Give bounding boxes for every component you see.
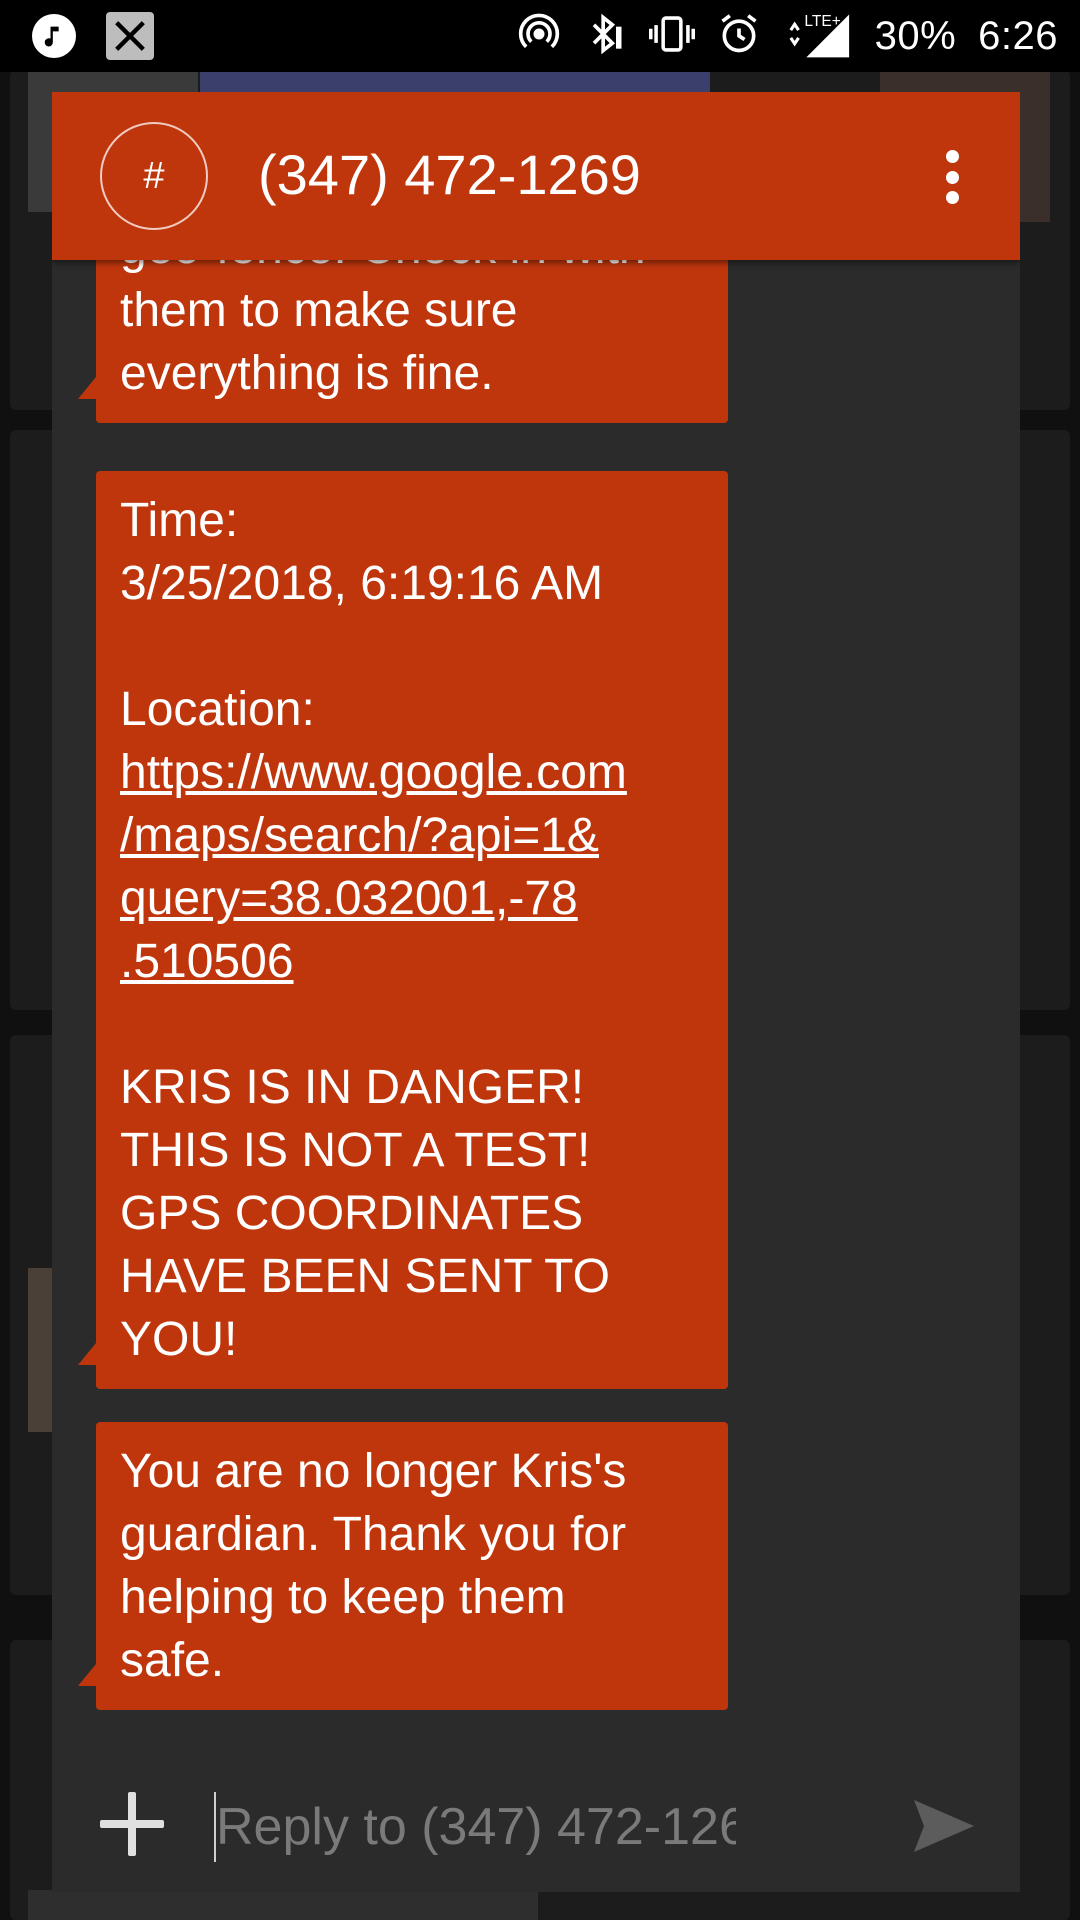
message-line: them to make sure bbox=[120, 284, 518, 337]
bluetooth-icon bbox=[583, 12, 627, 61]
location-link[interactable]: query=38.032001,-78 bbox=[120, 867, 704, 930]
network-label: LTE+ bbox=[804, 13, 840, 30]
message-line: You are no longer Kris's bbox=[120, 1445, 627, 1498]
bubble-tail bbox=[78, 377, 96, 399]
avatar[interactable]: # bbox=[100, 122, 208, 230]
message-line: HAVE BEEN SENT TO bbox=[120, 1250, 610, 1303]
close-icon bbox=[106, 12, 154, 60]
background-thumbnail bbox=[28, 1890, 538, 1920]
alarm-icon bbox=[717, 12, 761, 61]
location-link[interactable]: .510506 bbox=[120, 930, 704, 993]
message-line: Time: bbox=[120, 494, 239, 547]
message-line: helping to keep them bbox=[120, 1571, 566, 1624]
location-link[interactable]: /maps/search/?api=1& bbox=[120, 804, 704, 867]
status-bar: LTE+ 30% 6:26 bbox=[0, 0, 1080, 72]
message-line: YOU! bbox=[120, 1313, 238, 1366]
message-line: everything is fine. bbox=[120, 347, 494, 400]
location-link[interactable]: https://www.google.com bbox=[120, 741, 704, 804]
conversation-header: # (347) 472-1269 bbox=[52, 92, 1020, 260]
plus-icon[interactable] bbox=[100, 1792, 164, 1856]
message-line: THIS IS NOT A TEST! bbox=[120, 1124, 591, 1177]
message-line: safe. bbox=[120, 1634, 225, 1687]
send-icon[interactable] bbox=[910, 1796, 978, 1856]
reply-input[interactable] bbox=[216, 1790, 736, 1864]
music-note-icon bbox=[32, 14, 76, 58]
message-line bbox=[120, 615, 704, 678]
background-thumbnail bbox=[28, 1268, 52, 1432]
message-bubble[interactable]: Time: 3/25/2018, 6:19:16 AM Location: ht… bbox=[78, 471, 728, 1389]
bubble-tail bbox=[78, 1343, 96, 1365]
message-line: KRIS IS IN DANGER! bbox=[120, 1061, 585, 1114]
signal-icon: LTE+ bbox=[783, 10, 853, 63]
message-bubble[interactable]: You are no longer Kris's guardian. Thank… bbox=[78, 1422, 728, 1710]
message-line: GPS COORDINATES bbox=[120, 1187, 584, 1240]
contact-title: (347) 472-1269 bbox=[258, 143, 641, 206]
battery-percent: 30% bbox=[874, 13, 957, 58]
message-thread[interactable]: geo-fence! Check in with them to make su… bbox=[52, 92, 1020, 1782]
message-line bbox=[120, 993, 704, 1056]
vibrate-icon bbox=[648, 12, 695, 61]
quick-reply-popup: # (347) 472-1269 geo-fence! Check in wit… bbox=[52, 92, 1020, 1892]
clock: 6:26 bbox=[978, 13, 1058, 58]
message-line: Location: bbox=[120, 683, 315, 736]
bubble-tail bbox=[78, 1664, 96, 1686]
reply-bar bbox=[52, 1762, 1020, 1892]
hotspot-icon bbox=[517, 12, 561, 61]
message-line: 3/25/2018, 6:19:16 AM bbox=[120, 557, 604, 610]
more-vert-icon[interactable] bbox=[940, 150, 964, 204]
message-line: guardian. Thank you for bbox=[120, 1508, 627, 1561]
